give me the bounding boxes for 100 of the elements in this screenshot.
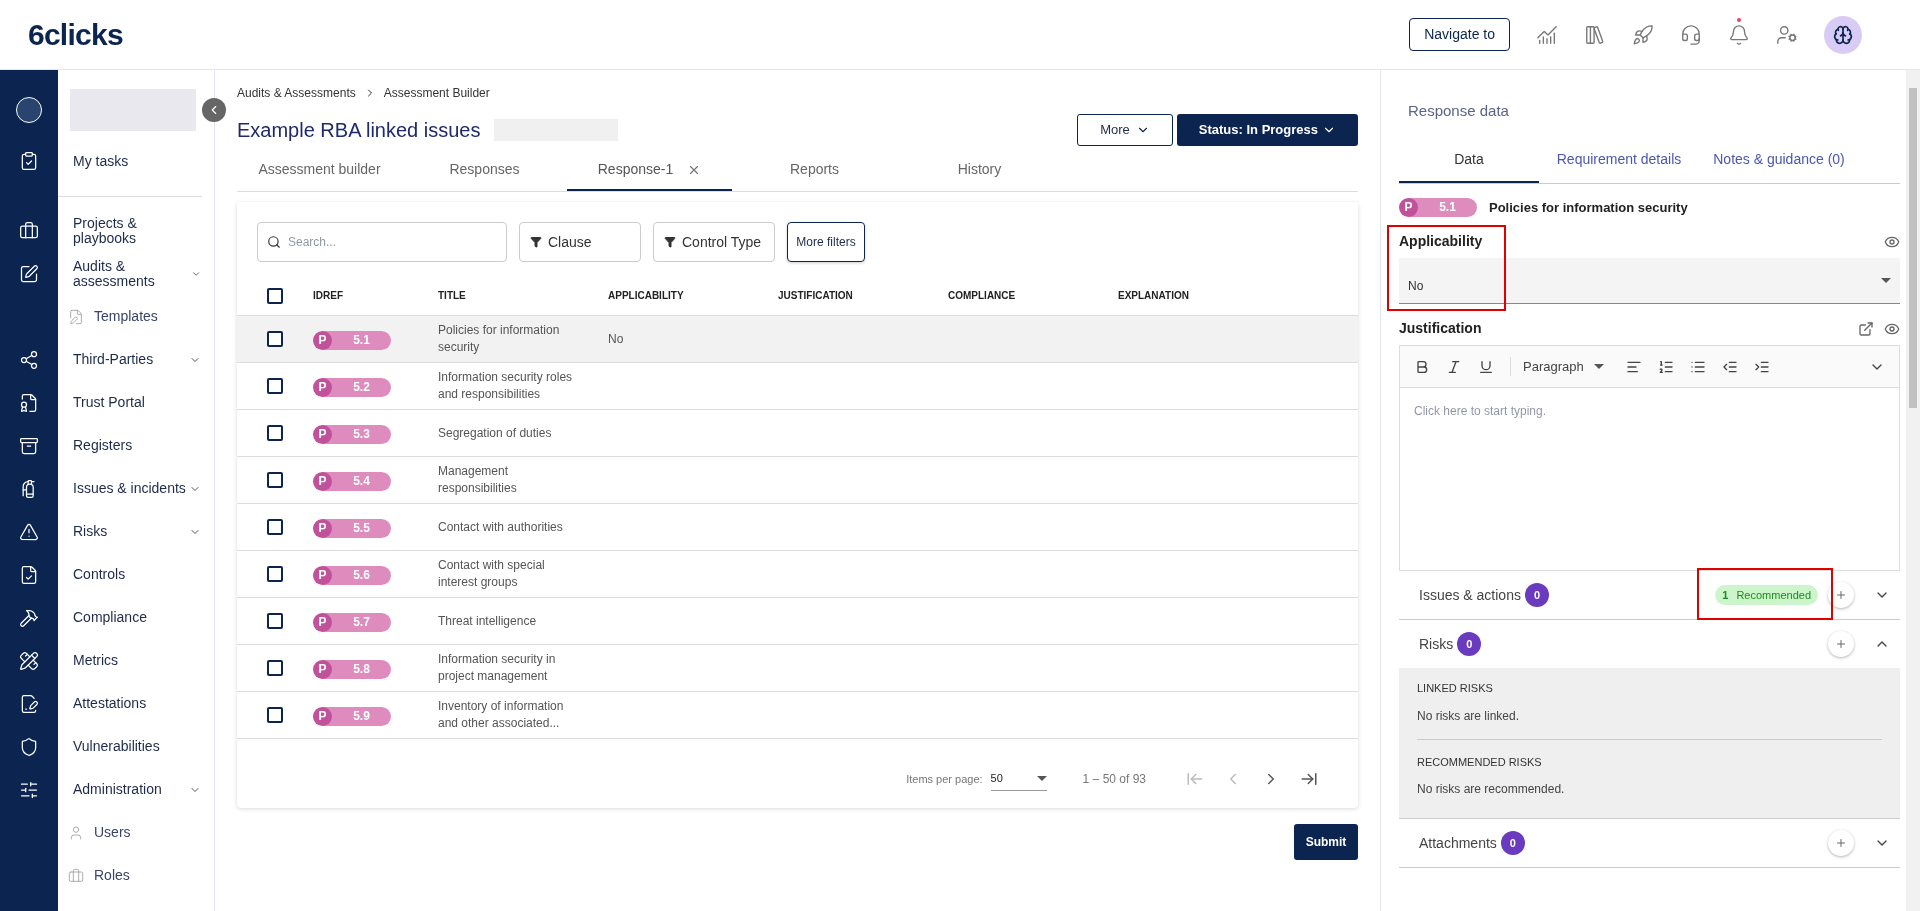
- sidebar-item[interactable]: Third-Parties: [73, 352, 154, 367]
- items-per-page-select[interactable]: 50: [990, 767, 1047, 791]
- table-row[interactable]: P 5.3 Segregation of duties: [237, 410, 1358, 457]
- checkbox[interactable]: [267, 425, 283, 441]
- checkbox[interactable]: [267, 613, 283, 629]
- italic-icon[interactable]: [1446, 358, 1462, 375]
- breadcrumb-link[interactable]: Audits & Assessments: [237, 84, 356, 102]
- signed-document-icon[interactable]: [19, 693, 39, 714]
- sidebar-item[interactable]: Audits & assessments: [73, 258, 191, 289]
- scrollbar[interactable]: [1906, 70, 1920, 911]
- section-title[interactable]: Issues & actions: [1419, 584, 1521, 606]
- checkbox[interactable]: [267, 287, 283, 304]
- assistant-button[interactable]: [1824, 15, 1862, 54]
- bold-icon[interactable]: [1414, 358, 1430, 375]
- status-button[interactable]: Status: In Progress: [1176, 114, 1358, 146]
- table-row[interactable]: P 5.2 Information security roles and responsibilities: [237, 363, 1358, 410]
- table-row[interactable]: P 5.7 Threat intelligence: [237, 598, 1358, 645]
- pencil-ruler-icon[interactable]: [19, 650, 39, 671]
- table-row[interactable]: P 5.5 Contact with authorities: [237, 504, 1358, 551]
- briefcase-icon[interactable]: [19, 220, 39, 241]
- sidebar-subitem[interactable]: Users: [94, 822, 131, 843]
- sliders-icon[interactable]: [19, 779, 39, 800]
- sidebar-item[interactable]: Trust Portal: [73, 395, 145, 410]
- checkbox[interactable]: [267, 707, 283, 723]
- requirement-badge: P 5.7: [313, 612, 391, 632]
- sidebar-item[interactable]: Controls: [73, 567, 126, 582]
- sidebar-item[interactable]: My tasks: [73, 153, 129, 169]
- archive-box-icon[interactable]: [19, 435, 39, 456]
- sidebar-item[interactable]: Compliance: [73, 610, 147, 625]
- submit-button[interactable]: Submit: [1294, 824, 1358, 860]
- table-row[interactable]: P 5.9 Inventory of information and other associated...: [237, 692, 1358, 739]
- panel-tab[interactable]: Notes & guidance (0): [1699, 138, 1859, 183]
- sidebar-item[interactable]: Vulnerabilities: [73, 739, 160, 754]
- numbered-list-icon[interactable]: [1657, 358, 1674, 375]
- table-row[interactable]: P 5.4 Management responsibilities: [237, 457, 1358, 504]
- clipboard-check-icon[interactable]: [19, 151, 39, 171]
- table-row[interactable]: P 5.1 Policies for information security No: [237, 316, 1358, 363]
- tab[interactable]: Response-1: [567, 150, 732, 191]
- library-icon[interactable]: [1584, 23, 1606, 46]
- hammer-icon[interactable]: [19, 607, 39, 628]
- user-settings-icon[interactable]: [1776, 23, 1798, 46]
- tab[interactable]: History: [897, 150, 1062, 191]
- chart-icon[interactable]: [1536, 23, 1558, 46]
- panel-tab[interactable]: Requirement details: [1539, 138, 1699, 183]
- sidebar-item[interactable]: Attestations: [73, 696, 147, 711]
- navigate-button[interactable]: Navigate to: [1409, 18, 1510, 51]
- checkbox[interactable]: [267, 472, 283, 488]
- underline-icon[interactable]: [1478, 358, 1494, 375]
- sidebar-item[interactable]: Metrics: [73, 653, 119, 668]
- text-editor[interactable]: Paragraph Click here to start typing.: [1399, 345, 1900, 571]
- open-external-icon[interactable]: [1858, 320, 1874, 337]
- last-page-icon[interactable]: [1300, 770, 1318, 788]
- tab[interactable]: Reports: [732, 150, 897, 191]
- column-header[interactable]: TITLE: [438, 288, 608, 303]
- applicability-select[interactable]: No: [1399, 258, 1900, 304]
- sidebar-subitem[interactable]: Roles: [94, 865, 130, 886]
- checkbox[interactable]: [267, 519, 283, 535]
- tab[interactable]: Responses: [402, 150, 567, 191]
- recommended-badge[interactable]: 1 Recommended: [1715, 585, 1818, 605]
- checkbox[interactable]: [267, 566, 283, 582]
- table-row[interactable]: P 5.6 Contact with special interest groups: [237, 551, 1358, 598]
- column-header[interactable]: JUSTIFICATION: [778, 288, 948, 303]
- more-button[interactable]: More: [1077, 114, 1173, 146]
- panel-tab[interactable]: Data: [1399, 138, 1539, 183]
- column-header[interactable]: IDREF: [313, 288, 438, 303]
- paragraph-select[interactable]: Paragraph: [1510, 356, 1604, 377]
- collapse-button[interactable]: [202, 98, 226, 122]
- add-button[interactable]: [1828, 582, 1854, 608]
- badge-document-icon[interactable]: [19, 392, 39, 413]
- editor-text-area[interactable]: Click here to start typing.: [1400, 388, 1899, 570]
- pencil-square-icon[interactable]: [19, 263, 39, 284]
- document-check-icon[interactable]: [19, 564, 39, 585]
- column-header[interactable]: COMPLIANCE: [948, 288, 1118, 303]
- sidebar-item[interactable]: Registers: [73, 438, 133, 453]
- sidebar-item[interactable]: Risks: [73, 524, 108, 539]
- warning-icon[interactable]: [19, 521, 39, 542]
- logo[interactable]: 6clicks: [28, 12, 123, 57]
- sidebar-item[interactable]: Administration: [73, 782, 162, 797]
- sidebar-item[interactable]: Issues & incidents: [73, 481, 186, 496]
- control-type-filter[interactable]: Control Type: [653, 222, 775, 262]
- table-row[interactable]: P 5.8 Information security in project management: [237, 645, 1358, 692]
- checkbox[interactable]: [267, 660, 283, 676]
- tab[interactable]: Assessment builder: [237, 150, 402, 191]
- checkbox[interactable]: [267, 378, 283, 394]
- headset-icon[interactable]: [1680, 23, 1702, 46]
- items-per-page-label: Items per page:: [906, 771, 983, 787]
- column-header[interactable]: APPLICABILITY: [608, 288, 778, 303]
- more-filters-button[interactable]: More filters: [787, 222, 865, 262]
- notifications-icon[interactable]: [1728, 23, 1750, 46]
- checkbox[interactable]: [267, 331, 283, 347]
- section-title[interactable]: Risks: [1419, 633, 1454, 655]
- sidebar-subitem[interactable]: Templates: [94, 306, 158, 327]
- section-title[interactable]: Attachments: [1419, 832, 1497, 854]
- rocket-icon[interactable]: [1632, 23, 1654, 46]
- column-header[interactable]: EXPLANATION: [1118, 288, 1288, 303]
- sidebar-item[interactable]: Projects & playbooks: [73, 215, 201, 246]
- network-icon[interactable]: [19, 349, 39, 370]
- search-field[interactable]: Search...: [257, 222, 507, 262]
- shield-icon[interactable]: [19, 736, 39, 757]
- clause-filter[interactable]: Clause: [519, 222, 641, 262]
